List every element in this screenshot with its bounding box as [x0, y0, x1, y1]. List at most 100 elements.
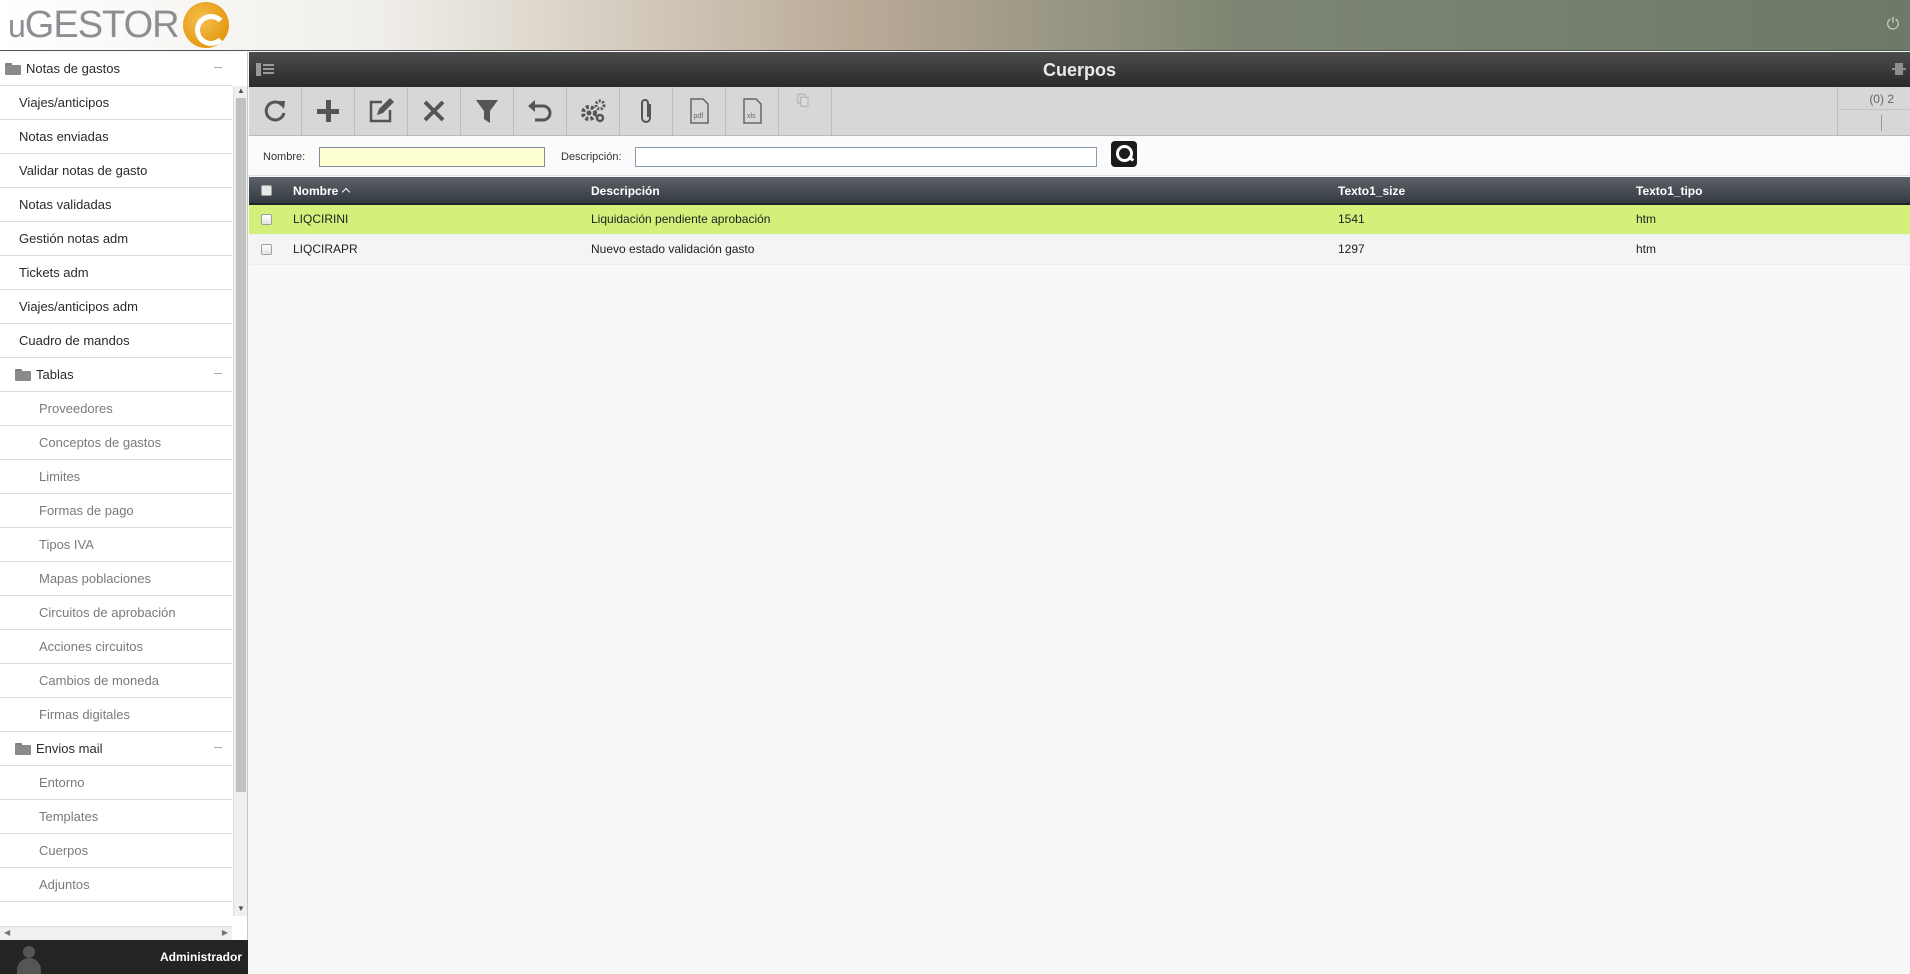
copy-button[interactable] [779, 87, 832, 135]
folder-icon [15, 742, 31, 755]
sidebar-group-notas-de-gastos[interactable]: Notas de gastos [0, 52, 232, 86]
filter-bar: Nombre: Descripción: [249, 137, 1910, 176]
sidebar-item-gestion-notas-adm[interactable]: Gestión notas adm [0, 222, 232, 256]
folder-icon [15, 368, 31, 381]
cell-texto1-tipo: htm [1636, 242, 1657, 256]
row-checkbox[interactable] [261, 244, 272, 255]
sidebar-item-circuitos-de-aprobacion[interactable]: Circuitos de aprobación [0, 596, 232, 630]
sidebar-item-conceptos-de-gastos[interactable]: Conceptos de gastos [0, 426, 232, 460]
cell-nombre: LIQCIRINI [293, 212, 349, 226]
delete-icon [423, 100, 445, 122]
attach-icon [641, 99, 651, 123]
filter-icon [476, 100, 498, 123]
scroll-left-icon[interactable]: ◀ [4, 928, 10, 937]
table-row[interactable]: LIQCIRINI Liquidación pendiente aprobaci… [249, 205, 1910, 235]
title-bar: Cuerpos [249, 52, 1910, 87]
pin-icon[interactable] [1892, 63, 1906, 75]
username[interactable]: Administrador [160, 950, 242, 964]
scroll-up-icon[interactable]: ▲ [234, 86, 247, 98]
refresh-icon [264, 100, 286, 122]
column-header-texto1-tipo[interactable]: Texto1_tipo [1636, 177, 1702, 205]
toolbar: pdf xls (0) 2 [249, 87, 1910, 136]
sidebar-group-label: Notas de gastos [26, 61, 120, 76]
sidebar-item-viajes-anticipos-adm[interactable]: Viajes/anticipos adm [0, 290, 232, 324]
top-banner: uGESTOR ⏻ [0, 0, 1910, 51]
sidebar-item-adjuntos[interactable]: Adjuntos [0, 868, 232, 902]
column-header-descripcion[interactable]: Descripción [591, 177, 660, 205]
undo-icon [528, 100, 552, 122]
sidebar-item-notas-enviadas[interactable]: Notas enviadas [0, 120, 232, 154]
sidebar-item-notas-validadas[interactable]: Notas validadas [0, 188, 232, 222]
sidebar-item-acciones-circuitos[interactable]: Acciones circuitos [0, 630, 232, 664]
add-icon [317, 100, 339, 122]
attach-button[interactable] [620, 87, 673, 135]
grid-header: Nombre Descripción Texto1_size Texto1_ti… [249, 177, 1910, 205]
svg-text:xls: xls [747, 113, 756, 120]
sidebar-item-limites[interactable]: Limites [0, 460, 232, 494]
sidebar-item-tickets-adm[interactable]: Tickets adm [0, 256, 232, 290]
pdf-icon: pdf [690, 98, 709, 124]
table-row[interactable]: LIQCIRAPR Nuevo estado validación gasto … [249, 235, 1910, 265]
data-grid: Nombre Descripción Texto1_size Texto1_ti… [249, 177, 1910, 265]
sidebar-group-tablas[interactable]: Tablas [0, 358, 232, 392]
sidebar-item-viajes-anticipos[interactable]: Viajes/anticipos [0, 86, 232, 120]
nombre-label: Nombre: [263, 151, 306, 163]
avatar [14, 944, 44, 974]
column-header-nombre[interactable]: Nombre [293, 177, 350, 205]
add-button[interactable] [302, 87, 355, 135]
power-icon[interactable]: ⏻ [1884, 16, 1902, 34]
svg-text:pdf: pdf [694, 113, 704, 120]
sidebar-vertical-scrollbar[interactable]: ▲ ▼ [233, 86, 247, 916]
select-all-checkbox[interactable] [261, 185, 272, 196]
sort-ascending-icon [342, 188, 350, 194]
delete-button[interactable] [408, 87, 461, 135]
sidebar-item-entorno[interactable]: Entorno [0, 766, 232, 800]
record-count: (0) 2 [1869, 92, 1894, 106]
sidebar: Notas de gastos Viajes/anticipos Notas e… [0, 52, 248, 940]
edit-icon [369, 98, 394, 123]
column-header-texto1-size[interactable]: Texto1_size [1338, 177, 1405, 205]
sidebar-menu: Viajes/anticipos Notas enviadas Validar … [0, 86, 232, 902]
xls-icon: xls [743, 98, 762, 124]
sidebar-item-cambios-de-moneda[interactable]: Cambios de moneda [0, 664, 232, 698]
sidebar-item-cuerpos[interactable]: Cuerpos [0, 834, 232, 868]
sidebar-group-envios-mail[interactable]: Envios mail [0, 732, 232, 766]
refresh-button[interactable] [249, 87, 302, 135]
scroll-right-icon[interactable]: ▶ [222, 928, 228, 937]
cell-texto1-size: 1541 [1338, 212, 1365, 226]
undo-button[interactable] [514, 87, 567, 135]
sidebar-item-mapas-poblaciones[interactable]: Mapas poblaciones [0, 562, 232, 596]
collapse-icon[interactable] [214, 67, 222, 68]
sidebar-item-templates[interactable]: Templates [0, 800, 232, 834]
row-checkbox[interactable] [261, 214, 272, 225]
sidebar-item-firmas-digitales[interactable]: Firmas digitales [0, 698, 232, 732]
search-button[interactable] [1111, 141, 1137, 167]
scroll-down-icon[interactable]: ▼ [234, 904, 247, 916]
record-counter: (0) 2 [1837, 87, 1910, 135]
logo-text: uGESTOR [8, 3, 180, 46]
app-logo: uGESTOR [8, 2, 229, 48]
nombre-filter-input[interactable] [319, 147, 545, 167]
copy-icon [797, 93, 809, 107]
cell-descripcion: Liquidación pendiente aprobación [591, 212, 771, 226]
edit-button[interactable] [355, 87, 408, 135]
user-bar: Administrador [0, 940, 248, 974]
cell-texto1-size: 1297 [1338, 242, 1365, 256]
sidebar-item-proveedores[interactable]: Proveedores [0, 392, 232, 426]
sidebar-horizontal-scrollbar[interactable]: ◀ ▶ [0, 926, 232, 940]
pdf-export-button[interactable]: pdf [673, 87, 726, 135]
filter-button[interactable] [461, 87, 514, 135]
folder-icon [5, 62, 21, 75]
sidebar-item-formas-de-pago[interactable]: Formas de pago [0, 494, 232, 528]
sidebar-item-tipos-iva[interactable]: Tipos IVA [0, 528, 232, 562]
settings-button[interactable] [567, 87, 620, 135]
descripcion-filter-input[interactable] [635, 147, 1097, 167]
xls-export-button[interactable]: xls [726, 87, 779, 135]
scrollbar-thumb[interactable] [236, 98, 246, 792]
collapse-icon[interactable] [214, 373, 222, 374]
cell-descripcion: Nuevo estado validación gasto [591, 242, 755, 256]
collapse-icon[interactable] [214, 747, 222, 748]
sidebar-item-validar-notas[interactable]: Validar notas de gasto [0, 154, 232, 188]
sidebar-item-cuadro-de-mandos[interactable]: Cuadro de mandos [0, 324, 232, 358]
main-panel: Cuerpos pdf xls (0) 2 Nombre: Descripció… [249, 52, 1910, 974]
